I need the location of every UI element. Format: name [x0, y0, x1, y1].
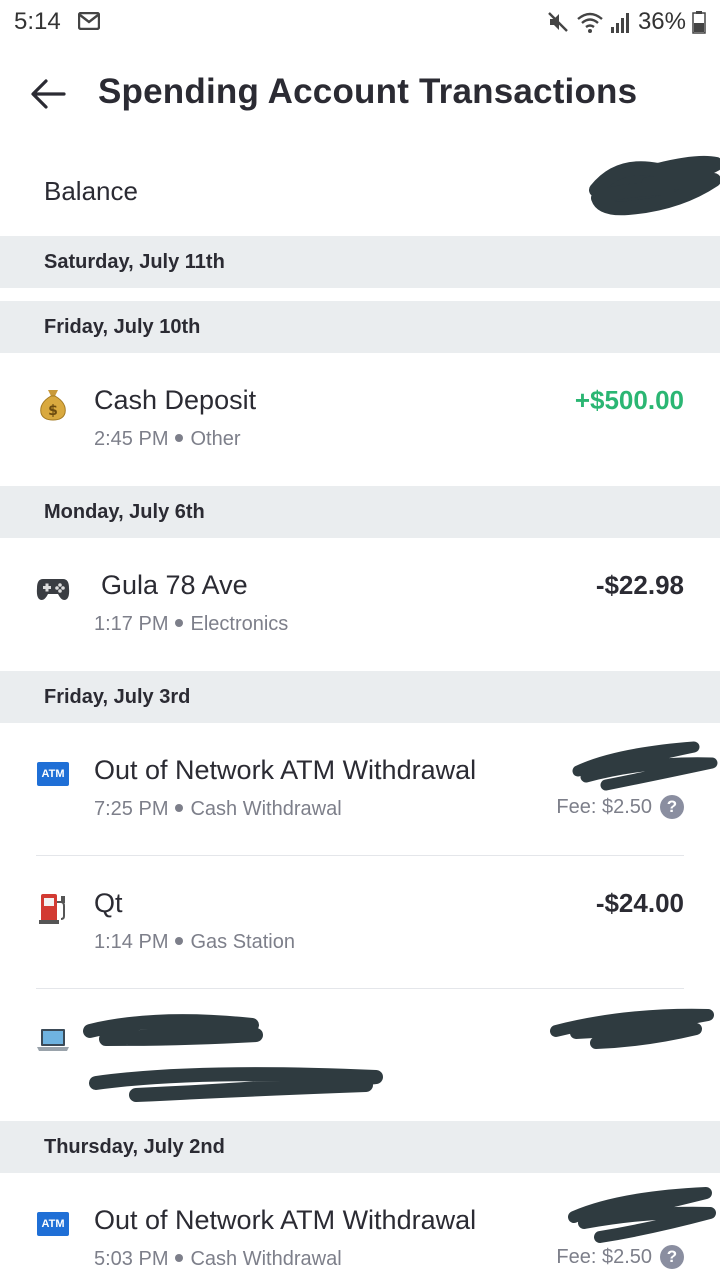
transaction-row[interactable]: [0, 989, 720, 1121]
date-header: Thursday, July 2nd: [0, 1121, 720, 1173]
transaction-time: 1:14 PM: [94, 931, 169, 953]
transaction-name: Out of Network ATM Withdrawal: [94, 1205, 477, 1235]
atm-icon: ATM: [36, 757, 70, 791]
transaction-category: Gas Station: [190, 931, 295, 953]
back-button[interactable]: [24, 70, 72, 118]
transaction-time: 1:17 PM: [94, 613, 169, 635]
game-controller-icon: [36, 572, 70, 606]
transaction-row[interactable]: ATM Out of Network ATM Withdrawal 5:03 P…: [0, 1173, 720, 1280]
balance-row: Balance: [0, 144, 720, 236]
laptop-icon: [36, 1023, 70, 1057]
redaction-scribble: [589, 155, 720, 216]
status-indicators: 36%: [546, 8, 706, 36]
transaction-row[interactable]: ATM Out of Network ATM Withdrawal 7:25 P…: [0, 723, 720, 856]
transaction-category: Other: [190, 428, 241, 450]
mute-icon: [548, 12, 568, 32]
fee-label: Fee: $2.50: [556, 1245, 652, 1268]
battery-icon: [692, 11, 706, 34]
transaction-row[interactable]: $ Cash Deposit 2:45 PM Other +$500.00: [0, 353, 720, 486]
transaction-row[interactable]: Gula 78 Ave 1:17 PM Electronics -$22.98: [0, 538, 720, 671]
separator-dot: [175, 1254, 184, 1263]
fee-info: Fee: $2.50 ?: [556, 795, 684, 819]
battery-percent: 36%: [637, 8, 686, 35]
separator-dot: [175, 619, 184, 628]
wifi-icon: [577, 12, 603, 33]
date-header: Saturday, July 11th: [0, 236, 720, 288]
transaction-name: Out of Network ATM Withdrawal: [94, 755, 477, 785]
transaction-row[interactable]: Qt 1:14 PM Gas Station -$24.00: [0, 856, 720, 989]
fee-label: Fee: $2.50: [556, 795, 652, 818]
separator-dot: [175, 937, 184, 946]
atm-icon: ATM: [36, 1207, 70, 1241]
date-header: Friday, July 3rd: [0, 671, 720, 723]
app-bar: Spending Account Transactions: [0, 44, 720, 144]
fee-info: Fee: $2.50 ?: [556, 1245, 684, 1269]
transaction-name: Cash Deposit: [94, 385, 257, 415]
transaction-category: Cash Withdrawal: [190, 1248, 342, 1270]
fuel-pump-icon: [36, 890, 70, 924]
transaction-meta: 1:14 PM Gas Station: [94, 931, 295, 954]
atm-badge: ATM: [37, 762, 69, 786]
transaction-amount: -$22.98: [595, 570, 684, 600]
status-bar: 5:14 36%: [0, 0, 720, 44]
arrow-left-icon: [31, 79, 66, 109]
transaction-name: Gula 78 Ave: [101, 570, 248, 600]
signal-icon: [610, 13, 629, 33]
transaction-meta: 7:25 PM Cash Withdrawal: [94, 798, 342, 821]
separator-dot: [175, 434, 184, 443]
transaction-meta: 5:03 PM Cash Withdrawal: [94, 1248, 342, 1271]
help-icon[interactable]: ?: [660, 1245, 684, 1269]
date-header: Monday, July 6th: [0, 486, 720, 538]
money-bag-icon: $: [36, 387, 70, 421]
transaction-amount: +$500.00: [574, 385, 684, 415]
transaction-category: Electronics: [190, 613, 289, 635]
transaction-list: Saturday, July 11th Friday, July 10th $ …: [0, 236, 720, 1280]
separator-dot: [175, 804, 184, 813]
balance-label: Balance: [44, 176, 138, 206]
transaction-time: 2:45 PM: [94, 428, 169, 450]
transaction-meta: 2:45 PM Other: [94, 428, 241, 451]
atm-badge: ATM: [37, 1212, 69, 1236]
redaction-scribble: [83, 1014, 383, 1102]
transaction-time: 5:03 PM: [94, 1248, 169, 1270]
redaction-scribble: [550, 1008, 714, 1049]
transaction-time: 7:25 PM: [94, 798, 169, 820]
transaction-category: Cash Withdrawal: [190, 798, 342, 820]
transaction-amount: -$24.00: [595, 888, 684, 918]
help-icon[interactable]: ?: [660, 795, 684, 819]
redaction-scribble: [568, 1187, 716, 1243]
transaction-name: Qt: [94, 888, 123, 918]
redaction-scribble: [572, 741, 718, 791]
date-header: Friday, July 10th: [0, 301, 720, 353]
status-time: 5:14: [14, 8, 61, 35]
page-title: Spending Account Transactions: [98, 72, 638, 111]
svg-text:$: $: [48, 403, 58, 419]
mail-icon: [78, 12, 100, 30]
transaction-meta: 1:17 PM Electronics: [94, 613, 288, 636]
